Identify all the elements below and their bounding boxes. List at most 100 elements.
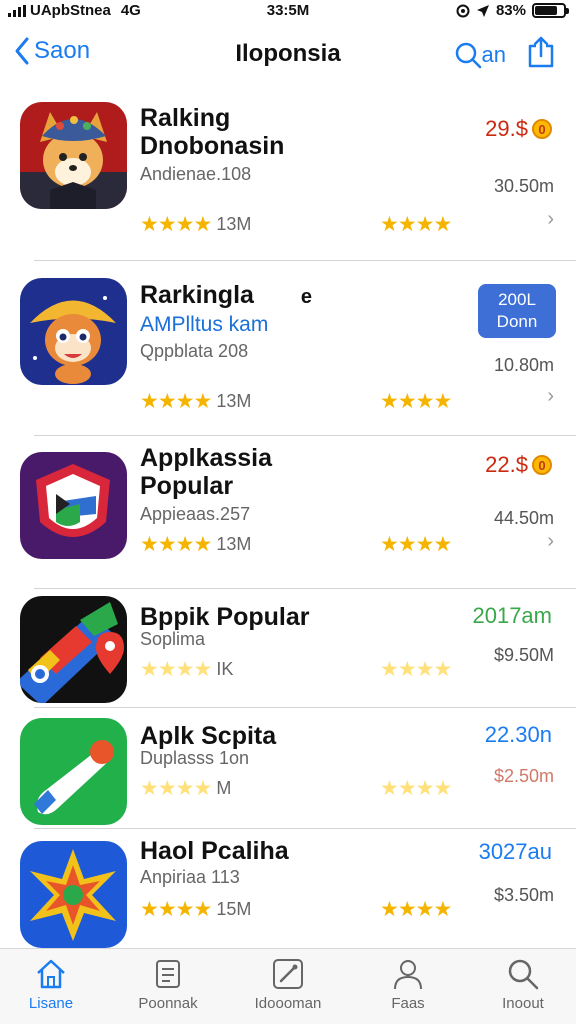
app-subtitle: Andienae.108 <box>140 164 252 184</box>
rating-stars: ★★★★ 13M <box>140 532 251 557</box>
share-icon <box>528 36 554 68</box>
star-icon: ★ <box>140 658 159 681</box>
review-count: 13M <box>216 391 252 411</box>
tab-search[interactable]: Inoout <box>468 957 576 1012</box>
star-icon: ★ <box>157 898 177 921</box>
coin-icon: 0 <box>532 119 552 139</box>
list-item[interactable]: Applkassia Popular Appieaas.257 ★★★★ 13M… <box>0 436 576 588</box>
star-icon: ★ <box>157 777 177 800</box>
star-icon: ★ <box>140 898 159 921</box>
star-icon: ★ <box>175 898 195 921</box>
star-icon: ★ <box>433 533 452 556</box>
star-icon: ★ <box>415 777 435 800</box>
games-icon <box>273 959 303 989</box>
star-icon: ★ <box>397 898 417 921</box>
tab-label: Lisane <box>28 995 74 1012</box>
star-icon: ★ <box>140 777 159 800</box>
paint-brush-icon <box>20 718 127 825</box>
rating-stars: ★★★★ M <box>140 776 231 801</box>
shield-badge-icon <box>20 452 127 559</box>
star-icon: ★ <box>175 658 195 681</box>
tab-games[interactable]: Idoooman <box>233 957 343 1012</box>
star-icon: ★ <box>415 533 435 556</box>
battery-percent: 83% <box>495 2 526 19</box>
star-icon: ★ <box>415 658 435 681</box>
app-icon <box>20 102 127 209</box>
star-icon: ★ <box>175 777 195 800</box>
home-icon <box>37 959 65 989</box>
app-icon <box>20 718 127 825</box>
list-item[interactable]: Aplk Scpita Duplasss 1on ★★★★ M ★★★★ 22.… <box>0 708 576 828</box>
star-icon: ★ <box>193 533 212 556</box>
app-price[interactable]: 3027au <box>479 839 552 865</box>
get-button[interactable]: 200L Donn <box>478 284 556 338</box>
battery-level <box>535 6 557 15</box>
search-icon <box>455 42 481 68</box>
coin-icon: 0 <box>532 455 552 475</box>
chevron-right-icon[interactable]: › <box>547 530 554 553</box>
star-icon: ★ <box>433 777 452 800</box>
price-label: 29.$ <box>485 116 528 141</box>
app-subtitle-blue: AMPlltus kam <box>140 313 269 336</box>
star-icons: ★★★★ <box>140 657 212 682</box>
star-icon: ★ <box>397 390 417 413</box>
star-icon: ★ <box>140 213 159 236</box>
rating-stars: ★★★★ 15M <box>140 897 251 922</box>
location-icon <box>476 4 489 17</box>
tab-profile[interactable]: Faas <box>353 957 463 1012</box>
review-count: IK <box>216 659 234 679</box>
app-price[interactable]: 22.$ 0 <box>485 452 552 478</box>
star-icon: ★ <box>380 777 399 800</box>
app-price[interactable]: 2017am <box>472 603 552 629</box>
list-item[interactable]: Bppik Popular Soplima ★★★★ IK ★★★★ 2017a… <box>0 589 576 707</box>
chevron-right-icon[interactable]: › <box>547 385 554 408</box>
star-icon: ★ <box>380 898 399 921</box>
tab-home[interactable]: Lisane <box>0 957 106 1012</box>
nav-actions: an <box>454 36 556 73</box>
tab-label: Faas <box>391 995 425 1012</box>
share-button[interactable] <box>526 36 556 73</box>
rating-stars-secondary: ★★★★ <box>380 897 452 922</box>
map-pin-icon <box>20 596 127 703</box>
app-subtitle: Appieaas.257 <box>140 504 251 524</box>
star-icon: ★ <box>157 213 177 236</box>
star-icon: ★ <box>157 390 177 413</box>
app-subtitle: Qppblata 208 <box>140 341 249 361</box>
search-text: an <box>481 41 506 67</box>
app-icon <box>20 596 127 703</box>
list-item[interactable]: Haol Pcaliha Anpiriaa 113 ★★★★ 15M ★★★★ … <box>0 829 576 948</box>
apps-icon <box>156 960 180 988</box>
app-title: Bppik Popular <box>140 603 310 631</box>
app-title-line2: Popular <box>140 472 234 500</box>
alarm-icon <box>456 4 470 17</box>
app-subtitle: Soplima <box>140 629 206 649</box>
review-count: 13M <box>216 214 252 234</box>
app-size: 44.50m <box>493 508 554 528</box>
star-icon: ★ <box>433 898 452 921</box>
star-icon: ★ <box>193 898 212 921</box>
status-bar: UApbStnea 4G 33:5M 83% <box>0 0 576 22</box>
star-icon: ★ <box>415 390 435 413</box>
list-item[interactable]: Ralking Dnobonasin Andienae.108 ★★★★ 13M… <box>0 88 576 260</box>
star-icon: ★ <box>175 533 195 556</box>
star-icon: ★ <box>433 658 452 681</box>
get-button-line2: Donn <box>496 312 538 331</box>
star-icons: ★★★★ <box>140 776 212 801</box>
app-price[interactable]: 29.$ 0 <box>485 116 552 142</box>
search-button[interactable]: an <box>454 41 506 69</box>
title-mark: e <box>300 286 313 308</box>
app-price[interactable]: 22.30n <box>485 722 552 748</box>
app-title: Applkassia <box>140 444 273 472</box>
tab-label: Poonnak <box>138 995 198 1012</box>
review-count: 15M <box>216 899 252 919</box>
star-icon: ★ <box>397 777 417 800</box>
app-size: 30.50m <box>493 176 554 196</box>
chevron-right-icon[interactable]: › <box>547 208 554 231</box>
app-title: Ralking <box>140 104 231 132</box>
star-icon: ★ <box>175 213 195 236</box>
tab-apps[interactable]: Poonnak <box>113 957 223 1012</box>
app-size: 10.80m <box>493 355 554 375</box>
list-item[interactable]: Rarkingla e AMPlltus kam Qppblata 208 ★★… <box>0 261 576 435</box>
star-icon: ★ <box>193 658 212 681</box>
app-size: $2.50m <box>493 766 554 786</box>
